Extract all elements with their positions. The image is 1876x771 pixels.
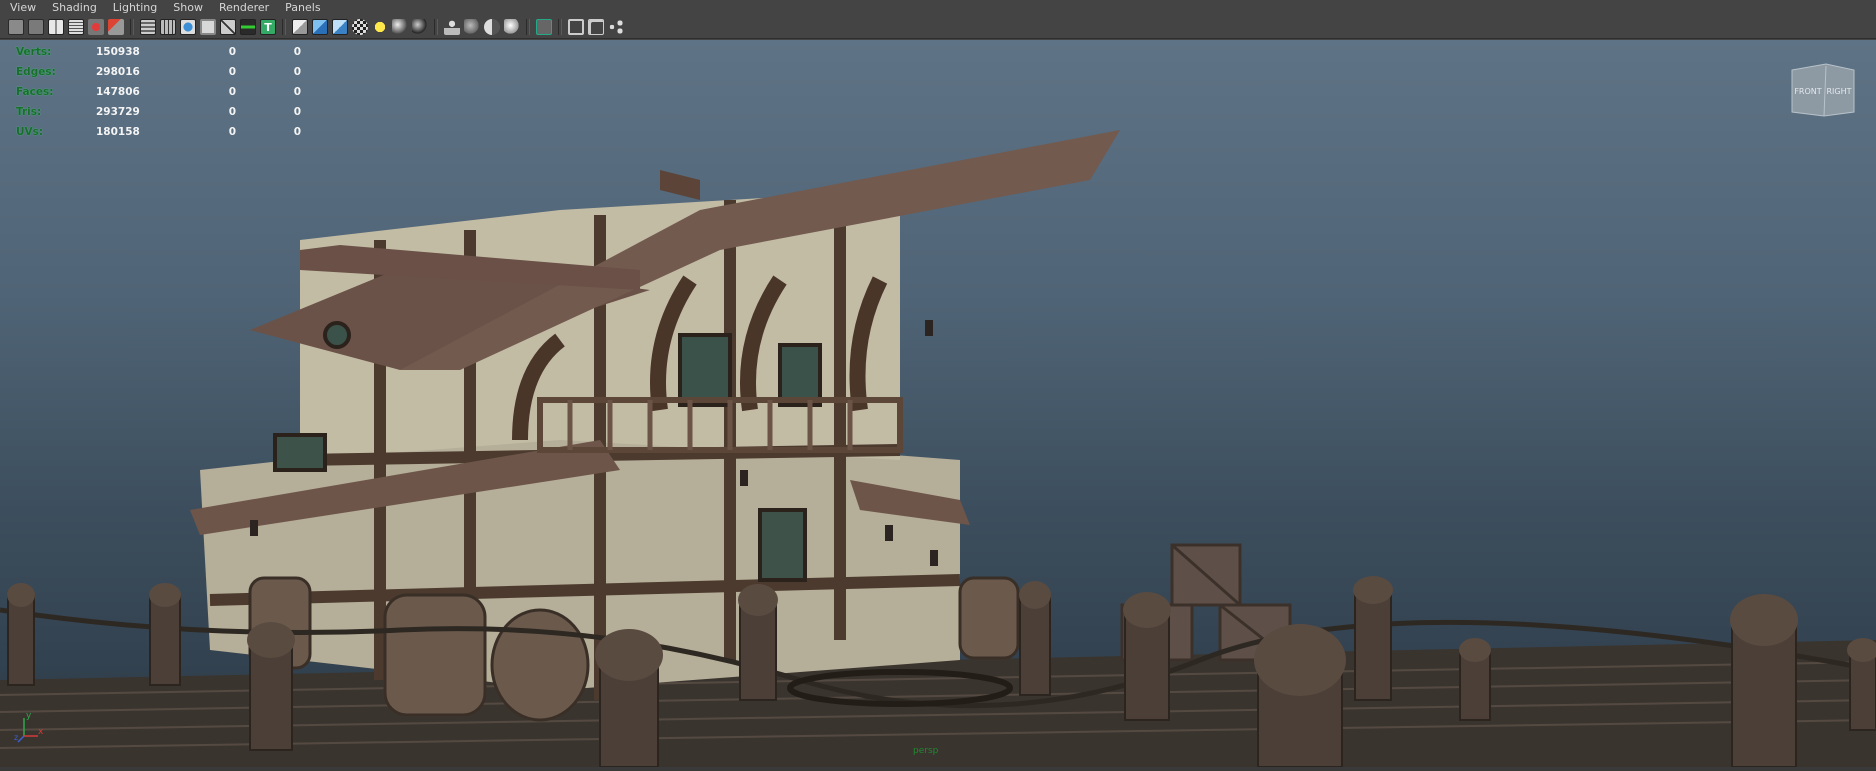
- perspective-viewport[interactable]: Verts: 150938 0 0 Edges: 298016 0 0 Face…: [0, 40, 1876, 767]
- viewcube[interactable]: FRONT RIGHT: [1788, 62, 1856, 118]
- scene-render: [0, 130, 1876, 767]
- textured-icon[interactable]: [352, 19, 368, 35]
- hud-value: 0: [228, 86, 236, 98]
- hud-value: 0: [293, 106, 301, 118]
- smooth-shade-icon[interactable]: [312, 19, 328, 35]
- hud-label: Faces:: [16, 86, 54, 98]
- hud-value: 147806: [96, 86, 140, 98]
- axis-gizmo: y x z: [14, 711, 44, 743]
- hud-value: 0: [293, 46, 301, 58]
- isolate-select-icon[interactable]: [536, 19, 552, 35]
- hud-value: 150938: [96, 46, 140, 58]
- hud-row-uvs: UVs: 180158 0 0: [16, 122, 301, 142]
- image-plane-icon[interactable]: [68, 19, 84, 35]
- grid-icon[interactable]: [140, 19, 156, 35]
- hud-value: 0: [293, 126, 301, 138]
- toolbar-separator: [130, 19, 134, 35]
- hud-value: 0: [228, 106, 236, 118]
- safe-action-icon[interactable]: [240, 19, 256, 35]
- menu-view[interactable]: View: [0, 0, 44, 16]
- grease-pencil-icon[interactable]: [108, 19, 124, 35]
- hud-value: 298016: [96, 66, 140, 78]
- film-gate-icon[interactable]: [160, 19, 176, 35]
- default-material-icon[interactable]: [332, 19, 348, 35]
- bookmarks-icon[interactable]: [48, 19, 64, 35]
- wireframe-icon[interactable]: [292, 19, 308, 35]
- hud-value: 0: [228, 126, 236, 138]
- camera-select-icon[interactable]: [8, 19, 24, 35]
- viewcube-right-label[interactable]: RIGHT: [1826, 87, 1851, 96]
- hud-row-tris: Tris: 293729 0 0: [16, 102, 301, 122]
- gate-mask-icon[interactable]: [200, 19, 216, 35]
- menu-panels[interactable]: Panels: [277, 0, 328, 16]
- xray-components-icon[interactable]: [484, 19, 500, 35]
- share-icon[interactable]: [608, 19, 624, 35]
- shadows-icon[interactable]: [392, 19, 408, 35]
- hud-label: Verts:: [16, 46, 52, 58]
- menu-show[interactable]: Show: [165, 0, 211, 16]
- toolbar-separator: [282, 19, 286, 35]
- menu-renderer[interactable]: Renderer: [211, 0, 277, 16]
- field-chart-icon[interactable]: [220, 19, 236, 35]
- viewcube-front-label[interactable]: FRONT: [1794, 87, 1821, 96]
- hud-label: Tris:: [16, 106, 42, 118]
- backface-culling-icon[interactable]: [504, 19, 520, 35]
- menu-shading[interactable]: Shading: [44, 0, 105, 16]
- toggle-viewport-icon[interactable]: [568, 19, 584, 35]
- use-all-lights-icon[interactable]: [372, 19, 388, 35]
- hud-value: 180158: [96, 126, 140, 138]
- camera-attributes-icon[interactable]: [28, 19, 44, 35]
- hud-label: Edges:: [16, 66, 56, 78]
- axis-z-label: z: [14, 733, 18, 742]
- hud-value: 0: [228, 66, 236, 78]
- axis-x-label: x: [38, 727, 44, 737]
- camera-name-label: persp: [913, 746, 939, 756]
- xray-icon[interactable]: [444, 19, 460, 35]
- toolbar-separator: [434, 19, 438, 35]
- hud-row-edges: Edges: 298016 0 0: [16, 62, 301, 82]
- two-d-pan-zoom-icon[interactable]: [88, 19, 104, 35]
- ambient-occlusion-icon[interactable]: [412, 19, 428, 35]
- xray-joints-icon[interactable]: [464, 19, 480, 35]
- menu-lighting[interactable]: Lighting: [105, 0, 165, 16]
- toolbar-separator: [526, 19, 530, 35]
- hud-row-faces: Faces: 147806 0 0: [16, 82, 301, 102]
- hud-label: UVs:: [16, 126, 44, 138]
- hud-value: 0: [293, 86, 301, 98]
- viewport-toolbar: T: [0, 16, 1876, 39]
- viewport-bottom-border: [0, 767, 1876, 771]
- toolbar-separator: [558, 19, 562, 35]
- hud-row-verts: Verts: 150938 0 0: [16, 42, 301, 62]
- hud-value: 0: [293, 66, 301, 78]
- safe-title-icon[interactable]: T: [260, 19, 276, 35]
- two-sided-lighting-icon[interactable]: [588, 19, 604, 35]
- axis-y-label: y: [26, 711, 32, 721]
- poly-count-hud: Verts: 150938 0 0 Edges: 298016 0 0 Face…: [16, 42, 301, 142]
- resolution-gate-icon[interactable]: [180, 19, 196, 35]
- hud-value: 293729: [96, 106, 140, 118]
- viewport-menu-bar: View Shading Lighting Show Renderer Pane…: [0, 0, 1876, 16]
- hud-value: 0: [228, 46, 236, 58]
